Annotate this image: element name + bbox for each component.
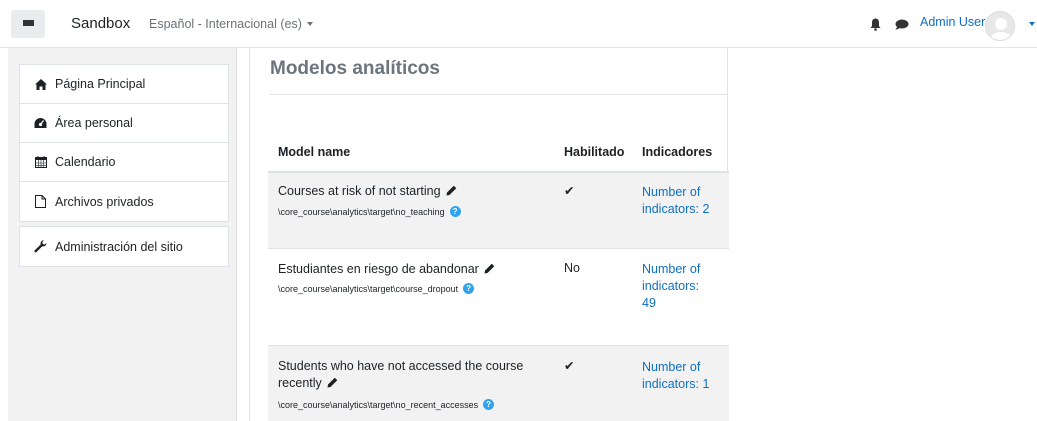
calendar-icon: [34, 156, 47, 169]
nav-drawer: Página Principal Área personal Calendari…: [8, 48, 237, 421]
enabled-value: ✔: [564, 184, 575, 198]
sidebar-item-site-admin[interactable]: Administración del sitio: [20, 227, 228, 266]
indicators-link-line: indicators:: [642, 279, 699, 293]
chevron-down-icon[interactable]: [1029, 22, 1035, 26]
chat-icon[interactable]: [895, 19, 909, 30]
target-text: \core_course\analytics\target\no_teachin…: [278, 206, 445, 217]
sidebar-item-label: Archivos privados: [55, 194, 154, 209]
target-text: \core_course\analytics\target\course_dro…: [278, 283, 459, 294]
wrench-icon: [34, 240, 47, 253]
column-header-indicators: Indicadores: [642, 145, 713, 159]
indicators-link-line: Number of: [642, 185, 701, 199]
help-icon[interactable]: ?: [463, 283, 475, 294]
enabled-value: No: [564, 261, 580, 275]
pencil-icon[interactable]: [327, 376, 338, 393]
model-name-text: Students who have not accessed the cours…: [278, 359, 524, 373]
indicators-link-line: Number of: [642, 262, 701, 276]
indicators-link-line: Number of: [642, 360, 701, 374]
indicators-link[interactable]: Number of indicators: 1: [642, 359, 722, 393]
sidebar-item-private-files[interactable]: Archivos privados: [20, 182, 228, 221]
target-text: \core_course\analytics\target\no_recent_…: [278, 399, 479, 410]
sidebar-item-dashboard[interactable]: Área personal: [20, 104, 228, 143]
table-row: Estudiantes en riesgo de abandonar \core…: [268, 249, 729, 346]
table-row: Students who have not accessed the cours…: [268, 346, 729, 421]
column-header-model-name: Model name: [278, 145, 351, 159]
language-label: Español - Internacional (es): [149, 17, 302, 31]
bell-icon[interactable]: [870, 18, 881, 31]
model-name-text: Courses at risk of not starting: [278, 184, 441, 198]
chevron-down-icon: [306, 22, 313, 26]
column-header-enabled: Habilitado: [564, 145, 625, 159]
pencil-icon[interactable]: [446, 184, 457, 201]
language-menu[interactable]: Español - Internacional (es): [149, 17, 313, 31]
file-icon: [34, 195, 47, 208]
top-navbar: Sandbox Español - Internacional (es) Adm…: [0, 0, 1037, 48]
avatar[interactable]: [985, 11, 1015, 41]
user-menu-name[interactable]: Admin User: [920, 15, 985, 29]
main-region: Modelos analíticos Model name Habilitado…: [249, 48, 729, 421]
user-silhouette-icon: [990, 18, 1012, 40]
indicators-link[interactable]: Number of indicators: 2: [642, 184, 722, 218]
model-target: \core_course\analytics\target\no_teachin…: [278, 206, 461, 217]
hamburger-icon: [22, 19, 34, 29]
sidebar-item-label: Página Principal: [55, 77, 146, 91]
sidebar-item-label: Área personal: [55, 116, 133, 130]
sidebar-item-home[interactable]: Página Principal: [20, 65, 228, 104]
dashboard-icon: [34, 117, 47, 130]
page-title: Modelos analíticos: [270, 58, 440, 79]
table-row: Courses at risk of not starting \core_co…: [268, 173, 729, 249]
help-icon[interactable]: ?: [449, 206, 461, 217]
help-icon[interactable]: ?: [483, 399, 495, 410]
nav-group-admin: Administración del sitio: [19, 226, 229, 267]
model-name-text: Estudiantes en riesgo de abandonar: [278, 262, 479, 276]
model-target: \core_course\analytics\target\no_recent_…: [278, 399, 495, 410]
model-name-text: recently: [278, 376, 322, 390]
indicators-link[interactable]: Number of indicators: 49: [642, 261, 722, 312]
indicators-link-line: 49: [642, 296, 656, 310]
nav-group-main: Página Principal Área personal Calendari…: [19, 64, 229, 222]
pencil-icon[interactable]: [484, 262, 495, 279]
indicators-link-line: indicators: 2: [642, 202, 710, 216]
sidebar-item-calendar[interactable]: Calendario: [20, 143, 228, 182]
home-icon: [34, 78, 47, 91]
model-name: Courses at risk of not starting: [278, 183, 457, 201]
drawer-toggle-button[interactable]: [11, 10, 45, 38]
sidebar-item-label: Administración del sitio: [55, 239, 183, 254]
sidebar-item-label: Calendario: [55, 155, 116, 169]
model-target: \core_course\analytics\target\course_dro…: [278, 283, 475, 294]
enabled-value: ✔: [564, 359, 575, 373]
model-name: Estudiantes en riesgo de abandonar: [278, 261, 495, 279]
model-name: Students who have not accessed the cours…: [278, 358, 523, 393]
indicators-link-line: indicators: 1: [642, 377, 710, 391]
title-divider: [270, 94, 727, 95]
site-brand[interactable]: Sandbox: [71, 15, 130, 32]
